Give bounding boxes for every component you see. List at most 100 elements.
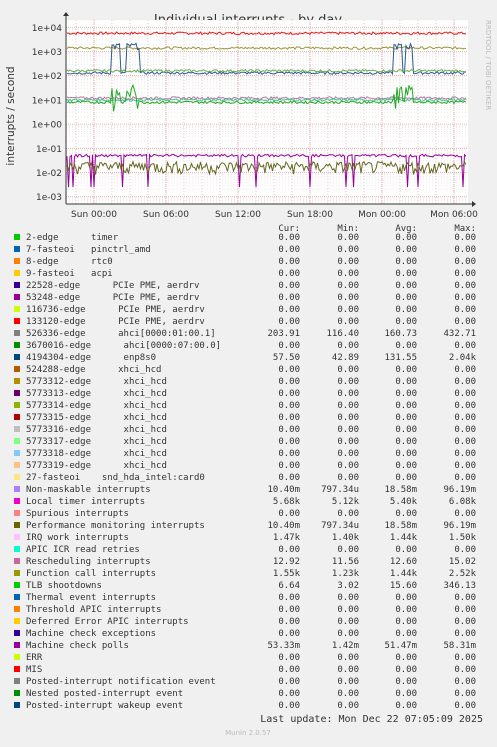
interrupts-chart: Individual interrupts - by day interrupt…: [5, 12, 492, 737]
legend-value-avg: 0.00: [395, 293, 417, 303]
legend-value-min: 0.00: [337, 629, 359, 639]
y-tick-label: 1e+00: [32, 121, 63, 131]
legend-value-min: 0.00: [337, 233, 359, 243]
y-tick-label: 1e+03: [32, 48, 62, 58]
legend-value-cur: 57.50: [273, 353, 300, 363]
legend-swatch: [14, 366, 20, 372]
last-update: Last update: Mon Dec 22 07:05:09 2025: [260, 714, 483, 725]
legend-swatch: [14, 282, 20, 288]
legend-value-min: 0.00: [337, 449, 359, 459]
legend-swatch: [14, 618, 20, 624]
y-tick-label: 1e-01: [36, 145, 62, 155]
legend-value-cur: 0.00: [278, 365, 300, 375]
legend-value-max: 0.00: [454, 389, 476, 399]
legend-value-min: 0.00: [337, 461, 359, 471]
legend-label: TLB shootdowns: [26, 581, 102, 591]
legend-value-max: 0.00: [454, 293, 476, 303]
legend-value-min: 0.00: [337, 689, 359, 699]
legend-value-cur: 0.00: [278, 449, 300, 459]
y-tick-label: 1e+02: [32, 72, 62, 82]
legend-value-avg: 0.00: [395, 389, 417, 399]
legend-label: Non-maskable interrupts: [26, 485, 151, 495]
legend-value-min: 0.00: [337, 317, 359, 327]
legend-value-max: 0.00: [454, 605, 476, 615]
legend-value-max: 432.71: [443, 329, 476, 339]
legend-label: 133120-edge PCIe PME, aerdrv: [26, 317, 205, 327]
legend-value-cur: 0.00: [278, 437, 300, 447]
legend-value-cur: 203.91: [267, 329, 300, 339]
legend-value-avg: 0.00: [395, 461, 417, 471]
legend-label: 5773319-edge xhci_hcd: [26, 461, 167, 471]
legend-value-avg: 0.00: [395, 341, 417, 351]
legend-label: Deferred Error APIC interrupts: [26, 617, 189, 627]
legend-value-max: 0.00: [454, 677, 476, 687]
legend-value-min: 0.00: [337, 377, 359, 387]
legend-swatch: [14, 522, 20, 528]
legend-value-avg: 0.00: [395, 689, 417, 699]
legend-label: 22528-edge PCIe PME, aerdrv: [26, 281, 199, 291]
legend-value-cur: 10.40m: [267, 485, 300, 495]
legend-value-min: 1.23k: [332, 569, 360, 579]
legend-value-cur: 0.00: [278, 605, 300, 615]
legend-value-cur: 0.00: [278, 245, 300, 255]
legend-value-min: 0.00: [337, 593, 359, 603]
x-axis-arrow: [472, 201, 476, 207]
legend-label: 5773314-edge xhci_hcd: [26, 401, 167, 411]
legend-value-cur: 0.00: [278, 401, 300, 411]
legend-value-max: 0.00: [454, 617, 476, 627]
legend-value-max: 96.19m: [443, 485, 476, 495]
legend-swatch: [14, 474, 20, 480]
legend-swatch: [14, 390, 20, 396]
legend-value-avg: 0.00: [395, 629, 417, 639]
legend-value-max: 0.00: [454, 281, 476, 291]
legend-value-cur: 0.00: [278, 473, 300, 483]
legend-value-max: 0.00: [454, 509, 476, 519]
legend-value-avg: 0.00: [395, 665, 417, 675]
legend-swatch: [14, 342, 20, 348]
legend-label: Nested posted-interrupt event: [26, 689, 183, 699]
legend-label: 2-edge timer: [26, 233, 119, 243]
legend-value-avg: 0.00: [395, 233, 417, 243]
legend-value-avg: 18.58m: [384, 521, 417, 531]
legend-value-max: 2.52k: [449, 569, 477, 579]
legend-value-max: 0.00: [454, 365, 476, 375]
legend-swatch: [14, 426, 20, 432]
legend-value-min: 0.00: [337, 257, 359, 267]
legend-value-cur: 1.47k: [273, 533, 301, 543]
legend-value-cur: 0.00: [278, 665, 300, 675]
legend-value-avg: 131.55: [384, 353, 417, 363]
legend-swatch: [14, 654, 20, 660]
legend-value-max: 0.00: [454, 401, 476, 411]
legend-value-min: 0.00: [337, 437, 359, 447]
legend-value-max: 0.00: [454, 701, 476, 711]
legend-value-avg: 0.00: [395, 401, 417, 411]
legend-label: ERR: [26, 653, 43, 663]
legend-label: Spurious interrupts: [26, 509, 129, 519]
legend-value-cur: 1.55k: [273, 569, 301, 579]
legend-value-cur: 0.00: [278, 317, 300, 327]
legend-value-max: 2.04k: [449, 353, 477, 363]
legend-swatch: [14, 306, 20, 312]
legend-label: 7-fasteoi pinctrl_amd: [26, 245, 151, 255]
legend-value-avg: 0.00: [395, 425, 417, 435]
legend-label: 9-fasteoi acpi: [26, 269, 113, 279]
legend-label: APIC ICR read retries: [26, 545, 140, 555]
legend-swatch: [14, 438, 20, 444]
legend-value-max: 0.00: [454, 665, 476, 675]
legend-value-min: 0.00: [337, 701, 359, 711]
legend-value-cur: 6.64: [278, 581, 300, 591]
legend-label: Performance monitoring interrupts: [26, 521, 205, 531]
legend-value-avg: 15.60: [390, 581, 417, 591]
rrdtool-credit: RRDTOOL / TOBI OETIKER: [484, 20, 492, 110]
legend-value-cur: 12.92: [273, 557, 300, 567]
legend-label: IRQ work interrupts: [26, 533, 129, 543]
legend-label: 5773316-edge xhci_hcd: [26, 425, 167, 435]
y-tick-label: 1e-02: [36, 169, 62, 179]
legend-value-min: 797.34u: [321, 521, 359, 531]
legend-label: 524288-edge xhci_hcd: [26, 365, 161, 375]
legend-value-cur: 5.68k: [273, 497, 301, 507]
legend-value-max: 0.00: [454, 269, 476, 279]
legend-value-max: 0.00: [454, 689, 476, 699]
legend-swatch: [14, 642, 20, 648]
legend-value-avg: 0.00: [395, 437, 417, 447]
